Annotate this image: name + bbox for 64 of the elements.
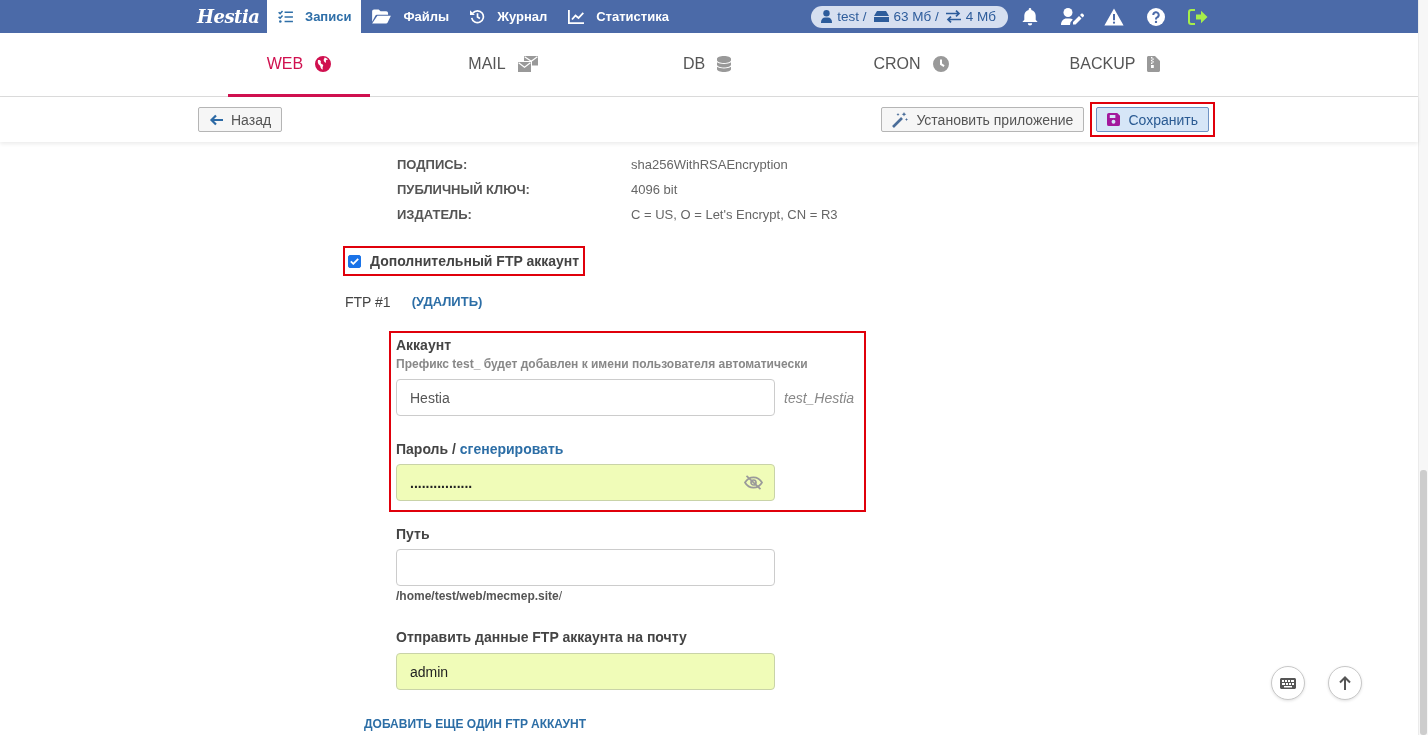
keyboard-icon (1280, 677, 1296, 689)
email-field[interactable]: admin (396, 653, 775, 690)
add-ftp-account-link[interactable]: ДОБАВИТЬ ЕЩЕ ОДИН FTP АККАУНТ (364, 716, 586, 732)
envelopes-icon (517, 55, 538, 72)
folder-icon (372, 9, 392, 24)
remove-link[interactable]: (УДАЛИТЬ) (411, 292, 483, 312)
field-label: Аккаунт (396, 336, 452, 354)
username-field[interactable]: Hestia (396, 379, 775, 416)
nav-tab[interactable]: Статистика (557, 0, 679, 33)
section-tab[interactable]: DB (643, 33, 771, 97)
generate-link[interactable]: сгенерировать (459, 441, 564, 457)
checklist-icon (278, 10, 293, 23)
section-tab[interactable]: CRON (834, 33, 988, 97)
bell-icon[interactable] (1022, 7, 1038, 26)
path-field[interactable] (396, 549, 775, 586)
usage-text: test / (837, 9, 867, 24)
exchange-arrows-icon (945, 10, 961, 23)
arrow-up-icon (1339, 676, 1351, 690)
field-label: Путь (396, 525, 430, 543)
nav-tab[interactable]: Журнал (459, 0, 558, 33)
usage-badge[interactable]: test / 63 Мб / 4 Мб (811, 5, 1008, 28)
eye-slash-icon[interactable] (744, 475, 763, 490)
back-button[interactable]: Назад (198, 107, 283, 132)
password-field[interactable]: ................ (396, 464, 775, 501)
certificate-label: ИЗДАТЕЛЬ: (397, 206, 473, 224)
save-button[interactable]: Сохранить (1096, 107, 1209, 132)
section-tab[interactable]: BACKUP (1030, 33, 1200, 97)
user-edit-icon[interactable] (1060, 7, 1084, 26)
install-app-button[interactable]: Установить приложение (881, 107, 1085, 132)
magic-wand-icon (892, 111, 909, 128)
checkbox[interactable] (348, 254, 361, 268)
clock-icon (932, 55, 949, 72)
warning-icon[interactable] (1104, 7, 1124, 26)
certificate-label: ПУБЛИЧНЫЙ КЛЮЧ: (397, 181, 531, 199)
line-chart-icon (568, 9, 585, 24)
logo[interactable]: Hestia (197, 0, 267, 33)
usage-text: 63 Мб / (893, 9, 939, 24)
certificate-value: C = US, O = Let's Encrypt, CN = R3 (631, 206, 838, 224)
field-label: Отправить данные FTP аккаунта на почту (396, 628, 687, 646)
history-icon (470, 9, 486, 24)
nav-tab[interactable]: Файлы (361, 0, 460, 33)
arrow-left-icon (209, 113, 223, 126)
field-hint: Префикс test_ будет добавлен к имени пользователя автоматически (396, 356, 809, 372)
username-preview: test_Hestia (784, 389, 855, 406)
zip-file-icon (1147, 55, 1161, 72)
database-icon (717, 55, 732, 72)
field-label: Пароль / (396, 441, 456, 457)
path-hint: /home/test/web/mecmep.site/ (396, 588, 563, 604)
scroll-to-top-button[interactable] (1328, 666, 1362, 700)
certificate-value: sha256WithRSAEncryption (631, 156, 789, 174)
section-tab[interactable]: MAIL (429, 33, 577, 97)
keyboard-shortcuts-button[interactable] (1271, 666, 1305, 700)
globe-icon (315, 55, 332, 72)
logout-icon[interactable] (1188, 8, 1208, 25)
certificate-value: 4096 bit (631, 181, 679, 199)
hard-drive-icon (873, 11, 889, 22)
user-icon (821, 10, 833, 23)
usage-text: 4 Мб (965, 9, 996, 24)
scrollbar-thumb[interactable] (1420, 470, 1427, 735)
help-icon[interactable] (1147, 7, 1165, 26)
checkbox-label[interactable]: Дополнительный FTP аккаунт (370, 253, 580, 269)
ftp-account-title: FTP #1 (345, 293, 391, 312)
nav-tab[interactable]: Записи (267, 0, 362, 33)
certificate-label: ПОДПИСЬ: (397, 156, 469, 174)
